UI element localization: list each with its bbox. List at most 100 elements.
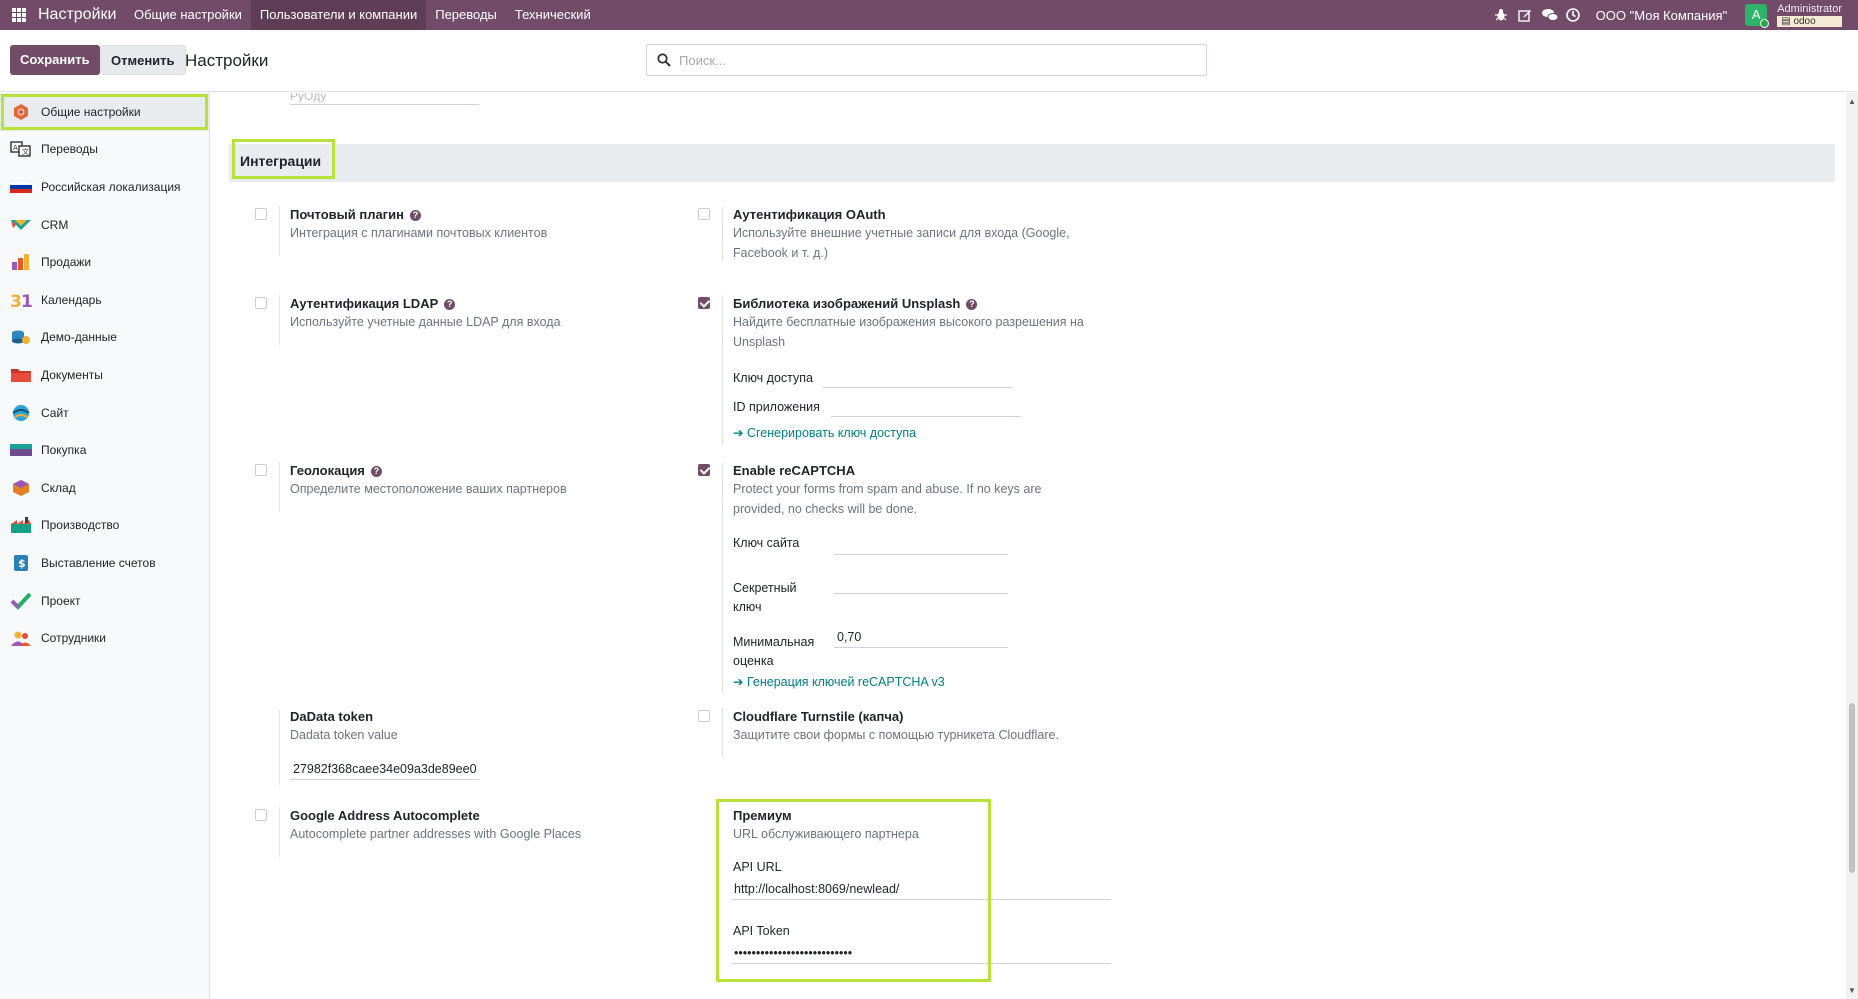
unsplash-access-key-label: Ключ доступа xyxy=(733,371,813,385)
premium-api-url-input[interactable] xyxy=(731,878,1111,900)
sidebar-item-russian-localization[interactable]: Российская локализация xyxy=(0,168,209,206)
turnstile-description: Защитите свои формы с помощью турникета … xyxy=(733,728,1059,742)
help-icon[interactable]: ? xyxy=(966,299,978,310)
sidebar-item-calendar[interactable]: 31 Календарь xyxy=(0,281,209,319)
svg-text:1: 1 xyxy=(21,292,32,309)
sidebar-item-label: CRM xyxy=(41,217,69,232)
sidebar-item-employees[interactable]: Сотрудники xyxy=(0,619,209,657)
sidebar-item-label: Покупка xyxy=(41,443,87,458)
unsplash-access-key-input[interactable] xyxy=(823,366,1013,388)
google-autocomplete-checkbox[interactable] xyxy=(255,809,267,821)
user-menu[interactable]: Administrator ▤ odoo xyxy=(1777,3,1842,27)
sidebar-item-label: Документы xyxy=(41,367,103,382)
unsplash-app-id-input[interactable] xyxy=(831,395,1021,417)
menu-general-settings[interactable]: Общие настройки xyxy=(125,0,251,30)
sales-icon xyxy=(10,253,32,271)
page-title: Настройки xyxy=(185,51,269,70)
geolocation-description: Определите местоположение ваших партнеро… xyxy=(290,482,567,496)
oauth-checkbox[interactable] xyxy=(698,208,710,220)
svg-text:文: 文 xyxy=(22,147,29,156)
ldap-checkbox[interactable] xyxy=(255,297,267,309)
sidebar-item-label: Производство xyxy=(41,518,120,533)
save-button[interactable]: Сохранить xyxy=(10,45,100,75)
unsplash-checkbox[interactable] xyxy=(698,297,710,309)
recaptcha-checkbox[interactable] xyxy=(698,464,710,476)
demo-data-icon xyxy=(10,328,32,346)
main-menu: Общие настройки Пользователи и компании … xyxy=(125,0,600,30)
recaptcha-site-key-input[interactable] xyxy=(834,533,1008,555)
sidebar-item-label: Сайт xyxy=(41,405,69,420)
translate-icon: A文 xyxy=(10,140,32,158)
scroll-up-arrow-icon[interactable]: ▲ xyxy=(1848,97,1856,106)
edit-icon[interactable] xyxy=(1517,8,1532,22)
menu-translations[interactable]: Переводы xyxy=(426,0,506,30)
turnstile-title: Cloudflare Turnstile (капча) xyxy=(733,709,904,724)
database-name: odoo xyxy=(1793,15,1816,27)
help-icon[interactable]: ? xyxy=(409,210,421,221)
recaptcha-title: Enable reCAPTCHA xyxy=(733,463,856,478)
google-autocomplete-description: Autocomplete partner addresses with Goog… xyxy=(290,827,582,841)
sidebar-item-purchase[interactable]: Покупка xyxy=(0,431,209,469)
dadata-token-input[interactable] xyxy=(290,758,479,780)
help-icon[interactable]: ? xyxy=(444,299,456,310)
menu-users-companies[interactable]: Пользователи и компании xyxy=(250,0,427,30)
sidebar-item-translations[interactable]: A文 Переводы xyxy=(0,131,209,169)
sidebar-item-general-settings[interactable]: Общие настройки xyxy=(0,93,209,131)
recaptcha-secret-key-input[interactable] xyxy=(834,572,1008,594)
sidebar-item-manufacturing[interactable]: Производство xyxy=(0,507,209,545)
scrollbar-thumb[interactable] xyxy=(1849,703,1855,873)
sidebar-item-label: Выставление счетов xyxy=(41,555,156,570)
app-name[interactable]: Настройки xyxy=(38,6,116,24)
divider xyxy=(722,708,723,758)
turnstile-checkbox[interactable] xyxy=(698,710,710,722)
divider xyxy=(722,295,723,445)
sidebar-item-invoicing[interactable]: $ Выставление счетов xyxy=(0,544,209,582)
section-header xyxy=(229,144,1835,182)
dadata-title: DaData token xyxy=(290,709,374,724)
menu-technical[interactable]: Технический xyxy=(506,0,600,30)
divider xyxy=(722,206,723,261)
svg-text:A: A xyxy=(13,144,18,152)
sidebar-item-demo-data[interactable]: Демо-данные xyxy=(0,319,209,357)
scroll-down-arrow-icon[interactable]: ▼ xyxy=(1848,986,1856,995)
ldap-title-text: Аутентификация LDAP xyxy=(290,296,439,311)
sidebar-item-website[interactable]: Сайт xyxy=(0,394,209,432)
recaptcha-site-key-label: Ключ сайта xyxy=(733,536,800,550)
purchase-icon xyxy=(10,441,32,459)
bug-icon[interactable] xyxy=(1494,8,1508,22)
unsplash-generate-key-link[interactable]: ➔ Сгенерировать ключ доступа xyxy=(733,425,916,440)
divider xyxy=(279,807,280,857)
sidebar-item-crm[interactable]: CRM xyxy=(0,206,209,244)
cancel-button[interactable]: Отменить xyxy=(100,45,186,75)
recaptcha-min-score-input[interactable] xyxy=(834,626,1008,648)
geolocation-checkbox[interactable] xyxy=(255,464,267,476)
sidebar-item-sales[interactable]: Продажи xyxy=(0,243,209,281)
search-input[interactable] xyxy=(679,49,1199,71)
geolocation-title: Геолокация? xyxy=(290,463,382,478)
employees-icon xyxy=(10,629,32,647)
premium-api-token-input[interactable] xyxy=(731,942,1111,964)
mail-plugin-title: Почтовый плагин? xyxy=(290,207,421,222)
help-icon[interactable]: ? xyxy=(370,466,382,477)
unsplash-description: Найдите бесплатные изображения высокого … xyxy=(733,315,1084,349)
sidebar-item-label: Сотрудники xyxy=(41,631,106,646)
recaptcha-generate-keys-link[interactable]: ➔ Генерация ключей reCAPTCHA v3 xyxy=(733,674,945,689)
unsplash-link-label: Сгенерировать ключ доступа xyxy=(746,426,917,440)
chat-icon[interactable] xyxy=(1541,8,1559,22)
mail-plugin-checkbox[interactable] xyxy=(255,208,267,220)
previous-section-field[interactable]: PyOдy xyxy=(290,93,479,105)
company-switcher[interactable]: ООО "Моя Компания" xyxy=(1596,8,1728,23)
sidebar-item-project[interactable]: Проект xyxy=(0,582,209,620)
clock-icon[interactable] xyxy=(1565,8,1580,22)
apps-menu-icon[interactable] xyxy=(12,8,26,22)
user-avatar[interactable]: A xyxy=(1745,4,1770,28)
vertical-scrollbar[interactable]: ▲ ▼ xyxy=(1846,93,1858,999)
sidebar-item-documents[interactable]: Документы xyxy=(0,356,209,394)
geolocation-title-text: Геолокация xyxy=(290,463,365,478)
divider xyxy=(279,462,280,512)
sidebar-item-label: Проект xyxy=(41,593,81,608)
arrow-right-icon: ➔ xyxy=(733,426,747,440)
dadata-description: Dadata token value xyxy=(290,728,398,742)
sidebar-item-inventory[interactable]: Склад xyxy=(0,469,209,507)
database-badge: ▤ odoo xyxy=(1777,15,1842,27)
